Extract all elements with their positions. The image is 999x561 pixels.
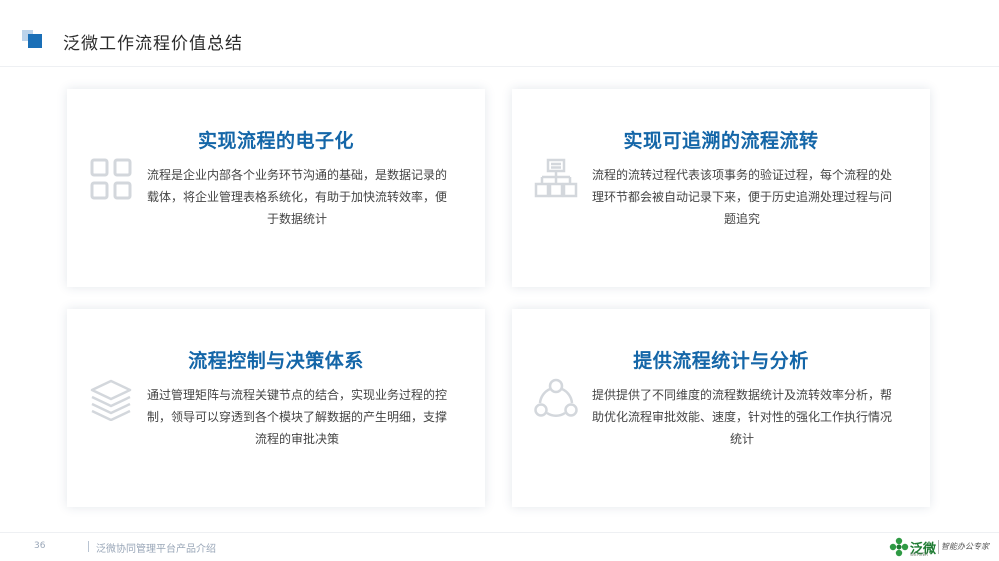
- logo-subtext: WEAVER: [910, 552, 929, 557]
- network-nodes-icon: [534, 377, 578, 421]
- card-description: 流程是企业内部各个业务环节沟通的基础，是数据记录的载体，将企业管理表格系统化，有…: [147, 168, 448, 226]
- card-title: 实现流程的电子化: [197, 130, 354, 152]
- card-description: 提供提供了不同维度的流程数据统计及流转效率分析，帮助优化流程审批效能、速度，针对…: [592, 388, 893, 446]
- card-title: 流程控制与决策体系: [188, 350, 364, 372]
- value-card-analytics: 提供流程统计与分析 提供提供了不同维度的流程数据统计及流转效率分析，帮助优化流程…: [512, 309, 930, 507]
- logo-divider: [938, 540, 939, 554]
- card-description: 流程的流转过程代表该项事务的验证过程，每个流程的处理环节都会被自动记录下来，便于…: [592, 168, 893, 226]
- weaver-leaf-icon: [889, 537, 909, 557]
- footer-divider: [0, 532, 999, 533]
- card-description: 通过管理矩阵与流程关键节点的结合，实现业务过程的控制，领导可以穿透到各个模块了解…: [147, 388, 448, 446]
- footer-separator: [88, 541, 89, 552]
- title-square-icon: [22, 30, 44, 48]
- slide-header: 泛微工作流程价值总结: [0, 0, 999, 67]
- slide-title: 泛微工作流程价值总结: [63, 34, 243, 54]
- footer-title: 泛微协同管理平台产品介绍: [96, 544, 216, 555]
- grid-icon: [89, 157, 133, 201]
- card-title: 实现可追溯的流程流转: [623, 130, 819, 152]
- value-card-electronic: 实现流程的电子化 流程是企业内部各个业务环节沟通的基础，是数据记录的载体，将企业…: [67, 89, 485, 287]
- value-card-control: 流程控制与决策体系 通过管理矩阵与流程关键节点的结合，实现业务过程的控制，领导可…: [67, 309, 485, 507]
- layers-icon: [89, 377, 133, 421]
- org-chart-icon: [534, 157, 578, 201]
- value-card-traceable: 实现可追溯的流程流转 流程的流转过程代表该项事务的验证过程，每个流程的处理环节都…: [512, 89, 930, 287]
- card-title: 提供流程统计与分析: [633, 350, 809, 372]
- weaver-logo: 泛微 WEAVER 智能办公专家: [889, 535, 989, 559]
- page-number: 36: [34, 541, 46, 551]
- logo-slogan: 智能办公专家: [941, 542, 989, 551]
